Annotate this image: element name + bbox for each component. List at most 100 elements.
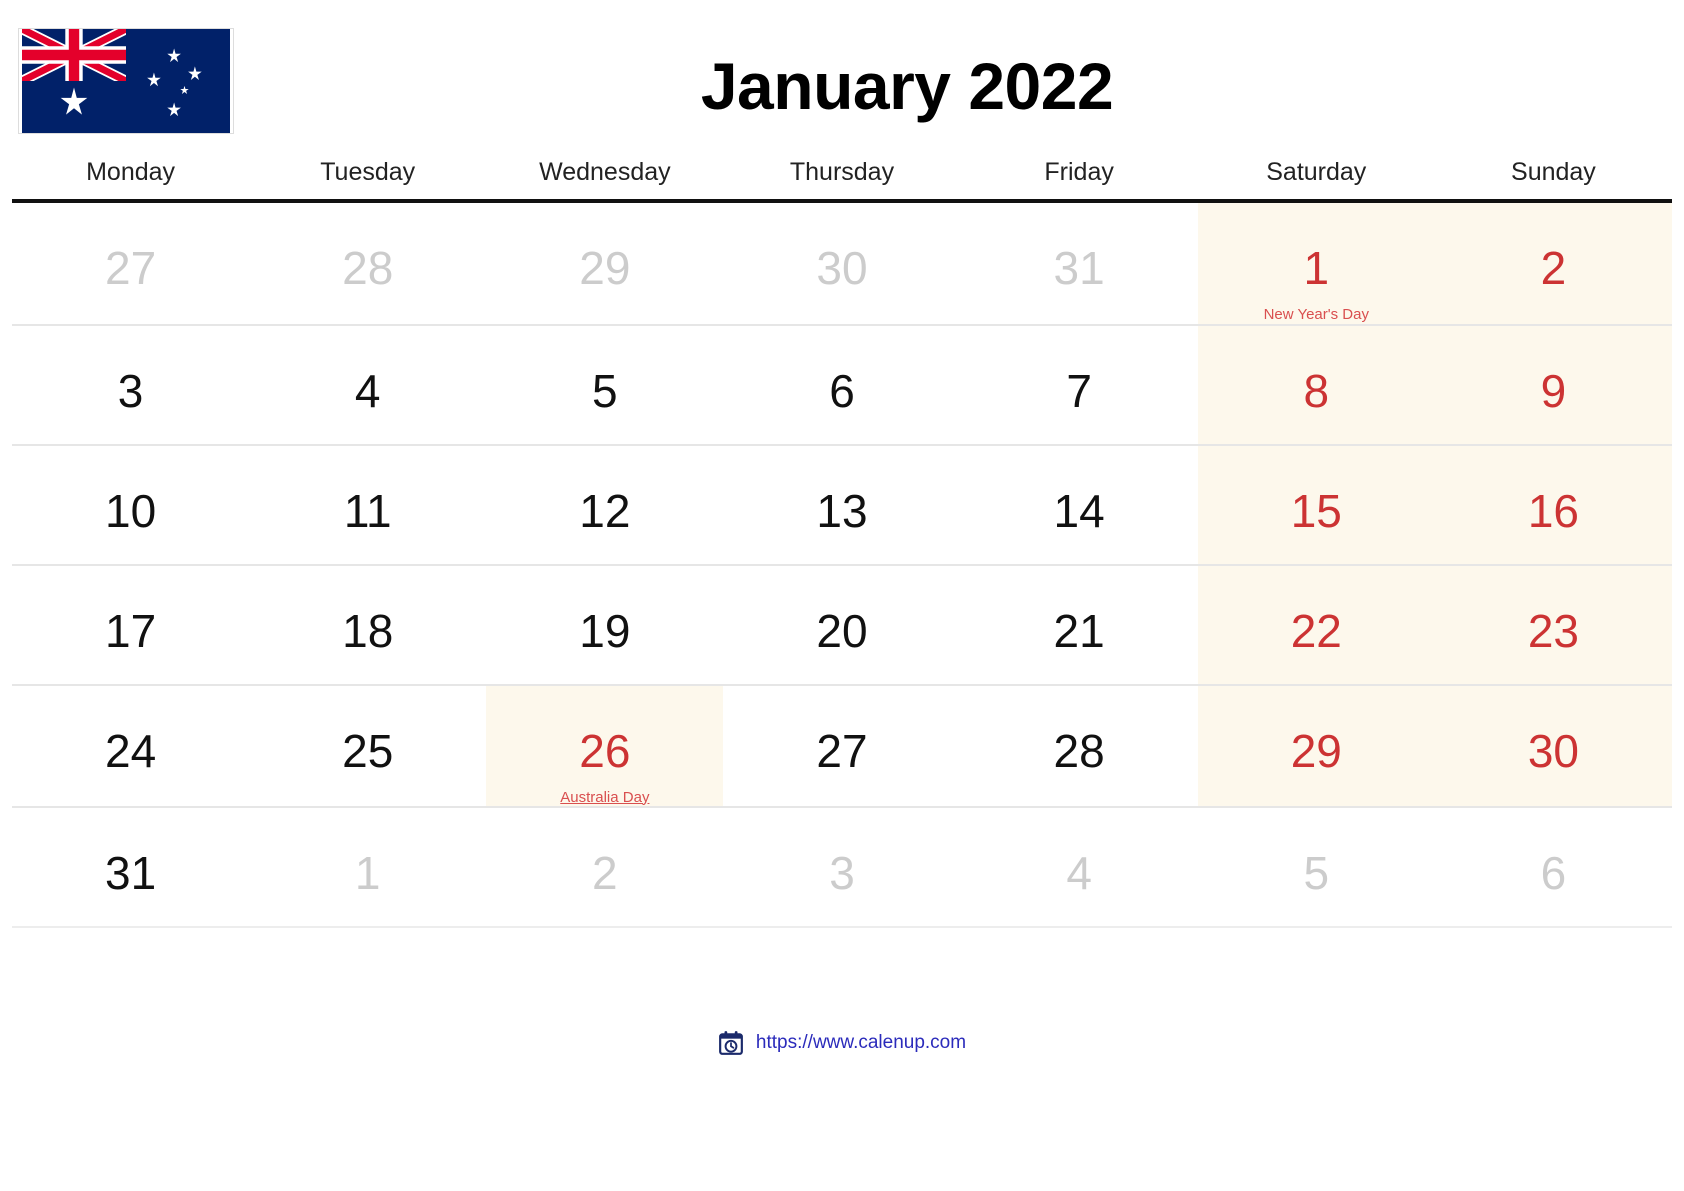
day-number: 6 xyxy=(1540,847,1567,899)
calendar-day-cell: 14 xyxy=(960,444,1198,566)
calendar-day-cell: 21 xyxy=(960,564,1198,686)
calendar-week-row: 17 18 19 20 21 22 23 xyxy=(12,564,1672,686)
calendar-day-cell: 6 xyxy=(723,324,961,446)
day-number: 27 xyxy=(816,724,868,777)
calendar-week-row: 3 4 5 6 7 8 9 xyxy=(12,324,1672,446)
weekday-header-saturday: Saturday xyxy=(1197,158,1435,203)
weekday-header-friday: Friday xyxy=(960,158,1198,203)
day-number: 22 xyxy=(1290,604,1342,657)
calendar-grid: Monday Tuesday Wednesday Thursday Friday… xyxy=(12,158,1672,928)
day-number: 5 xyxy=(592,364,618,417)
day-number: 1 xyxy=(354,847,381,899)
calendar-day-cell: 22 xyxy=(1197,564,1435,686)
day-number: 31 xyxy=(1053,242,1105,294)
calendar-day-cell: 29 xyxy=(486,201,724,326)
calendar-day-cell: 15 xyxy=(1197,444,1435,566)
calendar-day-cell: 10 xyxy=(12,444,250,566)
day-number: 26 xyxy=(579,724,631,777)
day-number: 11 xyxy=(343,484,392,537)
calendar-day-cell: 24 xyxy=(12,684,250,808)
calendar-day-cell: 28 xyxy=(249,201,487,326)
calendar-day-cell: 12 xyxy=(486,444,724,566)
day-number: 13 xyxy=(816,484,868,537)
footer: https://www.calenup.com xyxy=(0,1030,1684,1056)
weekday-header-monday: Monday xyxy=(12,158,250,203)
calendar-day-cell: 23 xyxy=(1434,564,1672,686)
calendar-day-cell: 4 xyxy=(249,324,487,446)
day-number: 8 xyxy=(1303,364,1330,417)
day-number: 20 xyxy=(816,604,868,657)
calendar-day-cell: 25 xyxy=(249,684,487,808)
calendar-day-cell: 29 xyxy=(1197,684,1435,808)
day-number: 5 xyxy=(1303,847,1330,899)
day-number: 4 xyxy=(354,364,381,417)
weekday-header-row: Monday Tuesday Wednesday Thursday Friday… xyxy=(12,158,1672,203)
day-number: 17 xyxy=(104,604,157,657)
day-number: 9 xyxy=(1540,364,1567,417)
day-number: 30 xyxy=(816,242,868,294)
weekday-header-tuesday: Tuesday xyxy=(249,158,487,203)
calendar-week-row: 27 28 29 30 31 1 New Year's Day 2 xyxy=(12,201,1672,326)
calendar-day-cell: 3 xyxy=(12,324,250,446)
calendar-week-row: 24 25 26 Australia Day 27 28 29 30 xyxy=(12,684,1672,808)
day-number: 2 xyxy=(1540,242,1567,294)
day-number: 21 xyxy=(1053,604,1105,657)
day-number: 25 xyxy=(342,724,394,777)
day-number: 31 xyxy=(104,847,157,899)
day-number: 15 xyxy=(1290,484,1342,537)
calendar-day-cell: 26 Australia Day xyxy=(486,684,724,808)
day-number: 29 xyxy=(579,242,631,294)
day-number: 1 xyxy=(1303,242,1330,294)
calendar-day-cell: 7 xyxy=(960,324,1198,446)
page-header: January 2022 xyxy=(0,0,1684,160)
calendar-clock-icon xyxy=(718,1030,744,1056)
day-number: 30 xyxy=(1527,724,1579,777)
calendar-day-cell: 16 xyxy=(1434,444,1672,566)
day-number: 27 xyxy=(104,242,157,294)
weekday-header-sunday: Sunday xyxy=(1434,158,1672,203)
calendar-day-cell: 11 xyxy=(249,444,487,566)
calendar-day-cell: 17 xyxy=(12,564,250,686)
day-number: 12 xyxy=(579,484,631,537)
day-number: 28 xyxy=(342,242,394,294)
calendar-day-cell: 27 xyxy=(723,684,961,808)
day-number: 3 xyxy=(117,364,144,417)
calendar-day-cell: 27 xyxy=(12,201,250,326)
day-number: 23 xyxy=(1527,604,1579,657)
page-title: January 2022 xyxy=(700,49,1114,123)
calendar-day-cell: 5 xyxy=(1197,807,1435,928)
calendar-day-cell: 9 xyxy=(1434,324,1672,446)
day-number: 16 xyxy=(1527,484,1579,537)
calendar-day-cell: 4 xyxy=(960,807,1198,928)
footer-url-link[interactable]: https://www.calenup.com xyxy=(756,1032,966,1054)
calendar-day-cell: 13 xyxy=(723,444,961,566)
calendar-day-cell: 8 xyxy=(1197,324,1435,446)
calendar-page: January 2022 Monday Tuesday Wednesday Th… xyxy=(0,0,1684,1191)
holiday-label[interactable]: Australia Day xyxy=(486,789,723,807)
calendar-day-cell: 31 xyxy=(960,201,1198,326)
calendar-day-cell: 5 xyxy=(486,324,724,446)
day-number: 29 xyxy=(1290,724,1342,777)
calendar-day-cell: 18 xyxy=(249,564,487,686)
calendar-day-cell: 3 xyxy=(723,807,961,928)
weekday-header-thursday: Thursday xyxy=(723,158,961,203)
day-number: 3 xyxy=(829,847,855,899)
weekday-header-wednesday: Wednesday xyxy=(486,158,724,203)
calendar-day-cell: 2 xyxy=(1434,201,1672,326)
calendar-day-cell: 20 xyxy=(723,564,961,686)
calendar-day-cell: 1 xyxy=(249,807,487,928)
calendar-day-cell: 30 xyxy=(723,201,961,326)
day-number: 14 xyxy=(1053,484,1105,537)
day-number: 18 xyxy=(342,604,394,657)
holiday-label: New Year's Day xyxy=(1263,306,1369,323)
day-number: 4 xyxy=(1066,847,1092,899)
calendar-day-cell: 30 xyxy=(1434,684,1672,808)
calendar-day-cell: 2 xyxy=(486,807,724,928)
day-number: 24 xyxy=(104,724,157,777)
calendar-body: 27 28 29 30 31 1 New Year's Day 2 3 4 5 6 7 8 9 10 11 12 1… xyxy=(12,201,1672,928)
day-number: 28 xyxy=(1053,724,1105,777)
day-number: 7 xyxy=(1066,364,1092,417)
day-number: 6 xyxy=(829,364,855,417)
day-number: 19 xyxy=(579,604,631,657)
calendar-week-row: 31 1 2 3 4 5 6 xyxy=(12,807,1672,928)
